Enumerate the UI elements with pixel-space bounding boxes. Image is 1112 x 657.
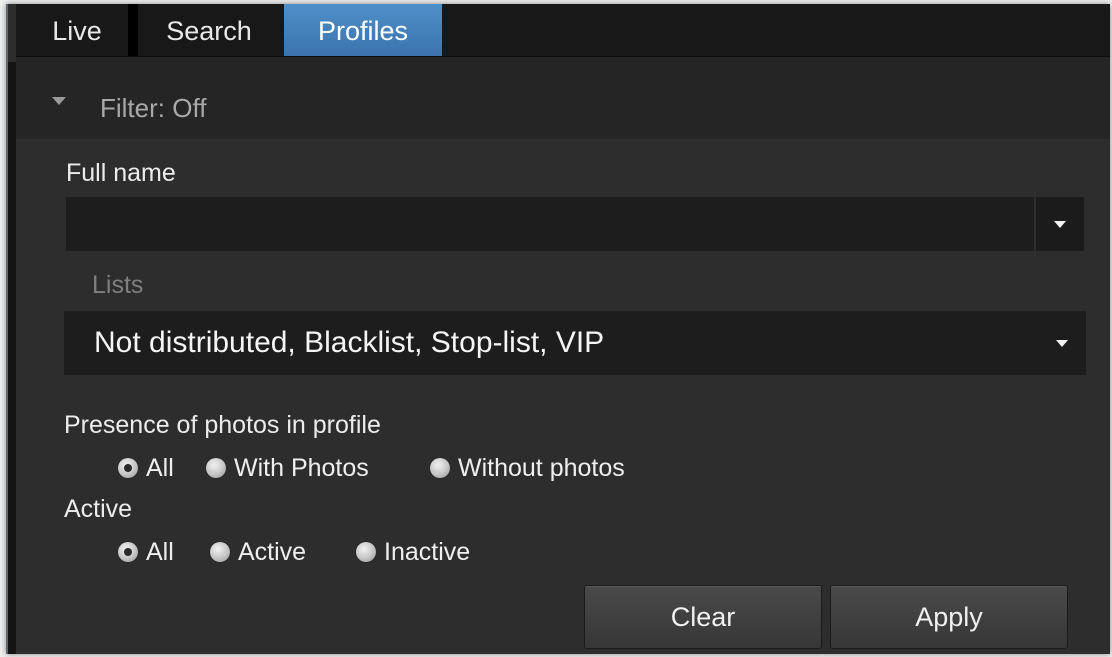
tab-live[interactable]: Live — [34, 4, 120, 56]
lists-label: Lists — [92, 271, 144, 299]
radio-label: All — [146, 454, 174, 482]
tab-bar: Live Search Profiles — [16, 4, 1110, 57]
full-name-dropdown-button[interactable] — [1034, 197, 1084, 251]
lists-value: Not distributed, Blacklist, Stop-list, V… — [94, 326, 605, 359]
lists-dropdown-button[interactable] — [1038, 311, 1086, 375]
filter-status: Filter: Off — [100, 93, 207, 123]
tab-profiles[interactable]: Profiles — [284, 4, 442, 56]
filter-header[interactable]: Filter: Off — [16, 57, 1110, 139]
active-label: Active — [64, 495, 133, 523]
radio-unselected-icon — [206, 458, 226, 478]
radio-unselected-icon — [430, 458, 450, 478]
radio-selected-icon — [118, 542, 138, 562]
profiles-window: Live Search Profiles Filter: Off Full na… — [6, 4, 1110, 654]
radio-label: Active — [238, 538, 307, 566]
radio-label: All — [146, 538, 174, 566]
presence-label: Presence of photos in profile — [64, 411, 381, 439]
radio-unselected-icon — [210, 542, 230, 562]
chevron-down-icon — [1054, 221, 1066, 228]
filter-panel: Full name Lists Not distributed, Blackli… — [16, 139, 1110, 654]
radio-label: Inactive — [384, 538, 471, 566]
tab-search[interactable]: Search — [134, 4, 284, 56]
radio-unselected-icon — [356, 542, 376, 562]
full-name-label: Full name — [66, 159, 176, 187]
radio-label: Without photos — [458, 454, 625, 482]
lists-combobox[interactable]: Not distributed, Blacklist, Stop-list, V… — [64, 311, 1086, 375]
apply-button[interactable]: Apply — [830, 585, 1068, 649]
chevron-down-icon — [1056, 340, 1068, 347]
radio-label: With Photos — [234, 454, 369, 482]
collapse-arrow-icon[interactable] — [52, 97, 66, 105]
full-name-combobox[interactable] — [66, 197, 1084, 251]
clear-button[interactable]: Clear — [584, 585, 822, 649]
radio-selected-icon — [118, 458, 138, 478]
